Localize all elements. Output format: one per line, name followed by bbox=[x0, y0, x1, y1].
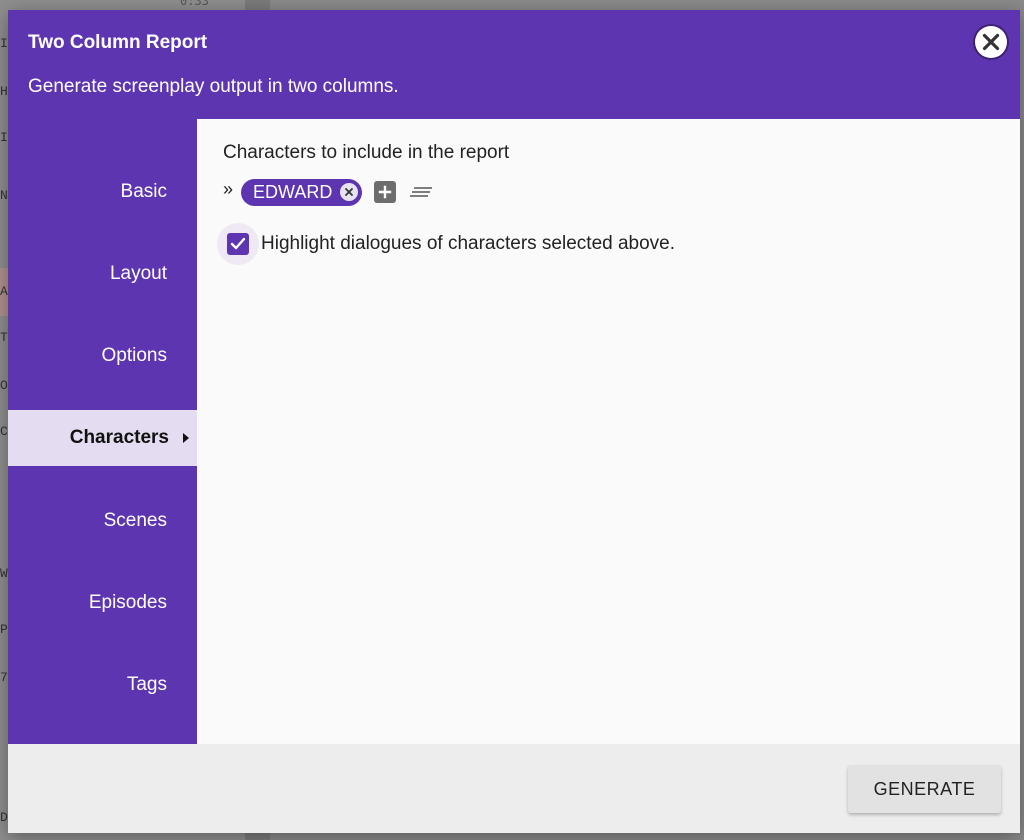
checkmark-icon bbox=[230, 237, 246, 250]
generate-button[interactable]: GENERATE bbox=[848, 765, 1001, 813]
section-label: Characters to include in the report bbox=[223, 142, 510, 163]
background-text: I bbox=[0, 36, 8, 51]
report-dialog: Two Column Report Generate screenplay ou… bbox=[8, 10, 1020, 833]
background-text: I bbox=[0, 130, 8, 145]
sidebar-item-layout[interactable]: Layout bbox=[8, 246, 197, 302]
dialog-subtitle: Generate screenplay output in two column… bbox=[28, 76, 399, 97]
plus-icon bbox=[379, 185, 392, 199]
sort-lines-icon bbox=[410, 187, 433, 197]
highlight-dialogues-label: Highlight dialogues of characters select… bbox=[261, 233, 676, 254]
dialog-header: Two Column Report Generate screenplay ou… bbox=[8, 10, 1020, 119]
background-text: C bbox=[0, 424, 8, 439]
sidebar-item-characters[interactable]: Characters bbox=[8, 410, 197, 466]
sort-button[interactable] bbox=[410, 184, 434, 200]
background-text: O bbox=[0, 378, 8, 393]
checkbox-focus-ring bbox=[217, 223, 259, 265]
sidebar-item-episodes[interactable]: Episodes bbox=[8, 575, 197, 631]
dialog-title: Two Column Report bbox=[28, 32, 208, 53]
close-icon bbox=[982, 33, 1000, 51]
background-text: H bbox=[0, 84, 8, 99]
sidebar-item-label: Tags bbox=[126, 674, 167, 695]
sidebar-item-label: Layout bbox=[109, 263, 167, 284]
sidebar-nav: Basic Layout Options Characters Scenes E… bbox=[8, 119, 197, 744]
sidebar-item-options[interactable]: Options bbox=[8, 328, 197, 384]
character-chip-label: EDWARD bbox=[253, 181, 333, 202]
sidebar-item-label: Options bbox=[101, 345, 167, 366]
sidebar-item-scenes[interactable]: Scenes bbox=[8, 493, 197, 549]
add-character-button[interactable] bbox=[374, 181, 397, 203]
expand-chevron-icon[interactable]: » bbox=[223, 179, 233, 200]
close-icon bbox=[345, 188, 354, 196]
background-text: 7 bbox=[0, 670, 8, 685]
background-text: N bbox=[0, 188, 8, 203]
sidebar-item-label: Episodes bbox=[88, 592, 167, 613]
character-chip-list: » EDWARD bbox=[223, 178, 434, 206]
background-time: 0:33 bbox=[180, 0, 209, 8]
sidebar-item-label: Characters bbox=[69, 427, 169, 448]
sidebar-item-label: Scenes bbox=[103, 510, 167, 531]
sidebar-item-label: Basic bbox=[120, 181, 167, 202]
dialog-footer: GENERATE bbox=[8, 744, 1020, 833]
close-button[interactable] bbox=[975, 26, 1007, 58]
chip-remove-button[interactable] bbox=[340, 183, 359, 201]
background-text: A bbox=[0, 284, 8, 299]
background-text: T bbox=[0, 330, 8, 345]
sidebar-item-tags[interactable]: Tags bbox=[8, 657, 197, 713]
highlight-dialogues-option[interactable]: Highlight dialogues of characters select… bbox=[217, 223, 676, 265]
caret-right-icon bbox=[183, 433, 189, 443]
highlight-dialogues-checkbox[interactable] bbox=[227, 233, 249, 255]
characters-panel: Characters to include in the report » ED… bbox=[197, 119, 1020, 744]
background-text: W bbox=[0, 566, 8, 581]
sidebar-item-basic[interactable]: Basic bbox=[8, 164, 197, 220]
background-text: P bbox=[0, 622, 8, 637]
background-text: D bbox=[0, 810, 8, 825]
character-chip[interactable]: EDWARD bbox=[241, 178, 363, 206]
